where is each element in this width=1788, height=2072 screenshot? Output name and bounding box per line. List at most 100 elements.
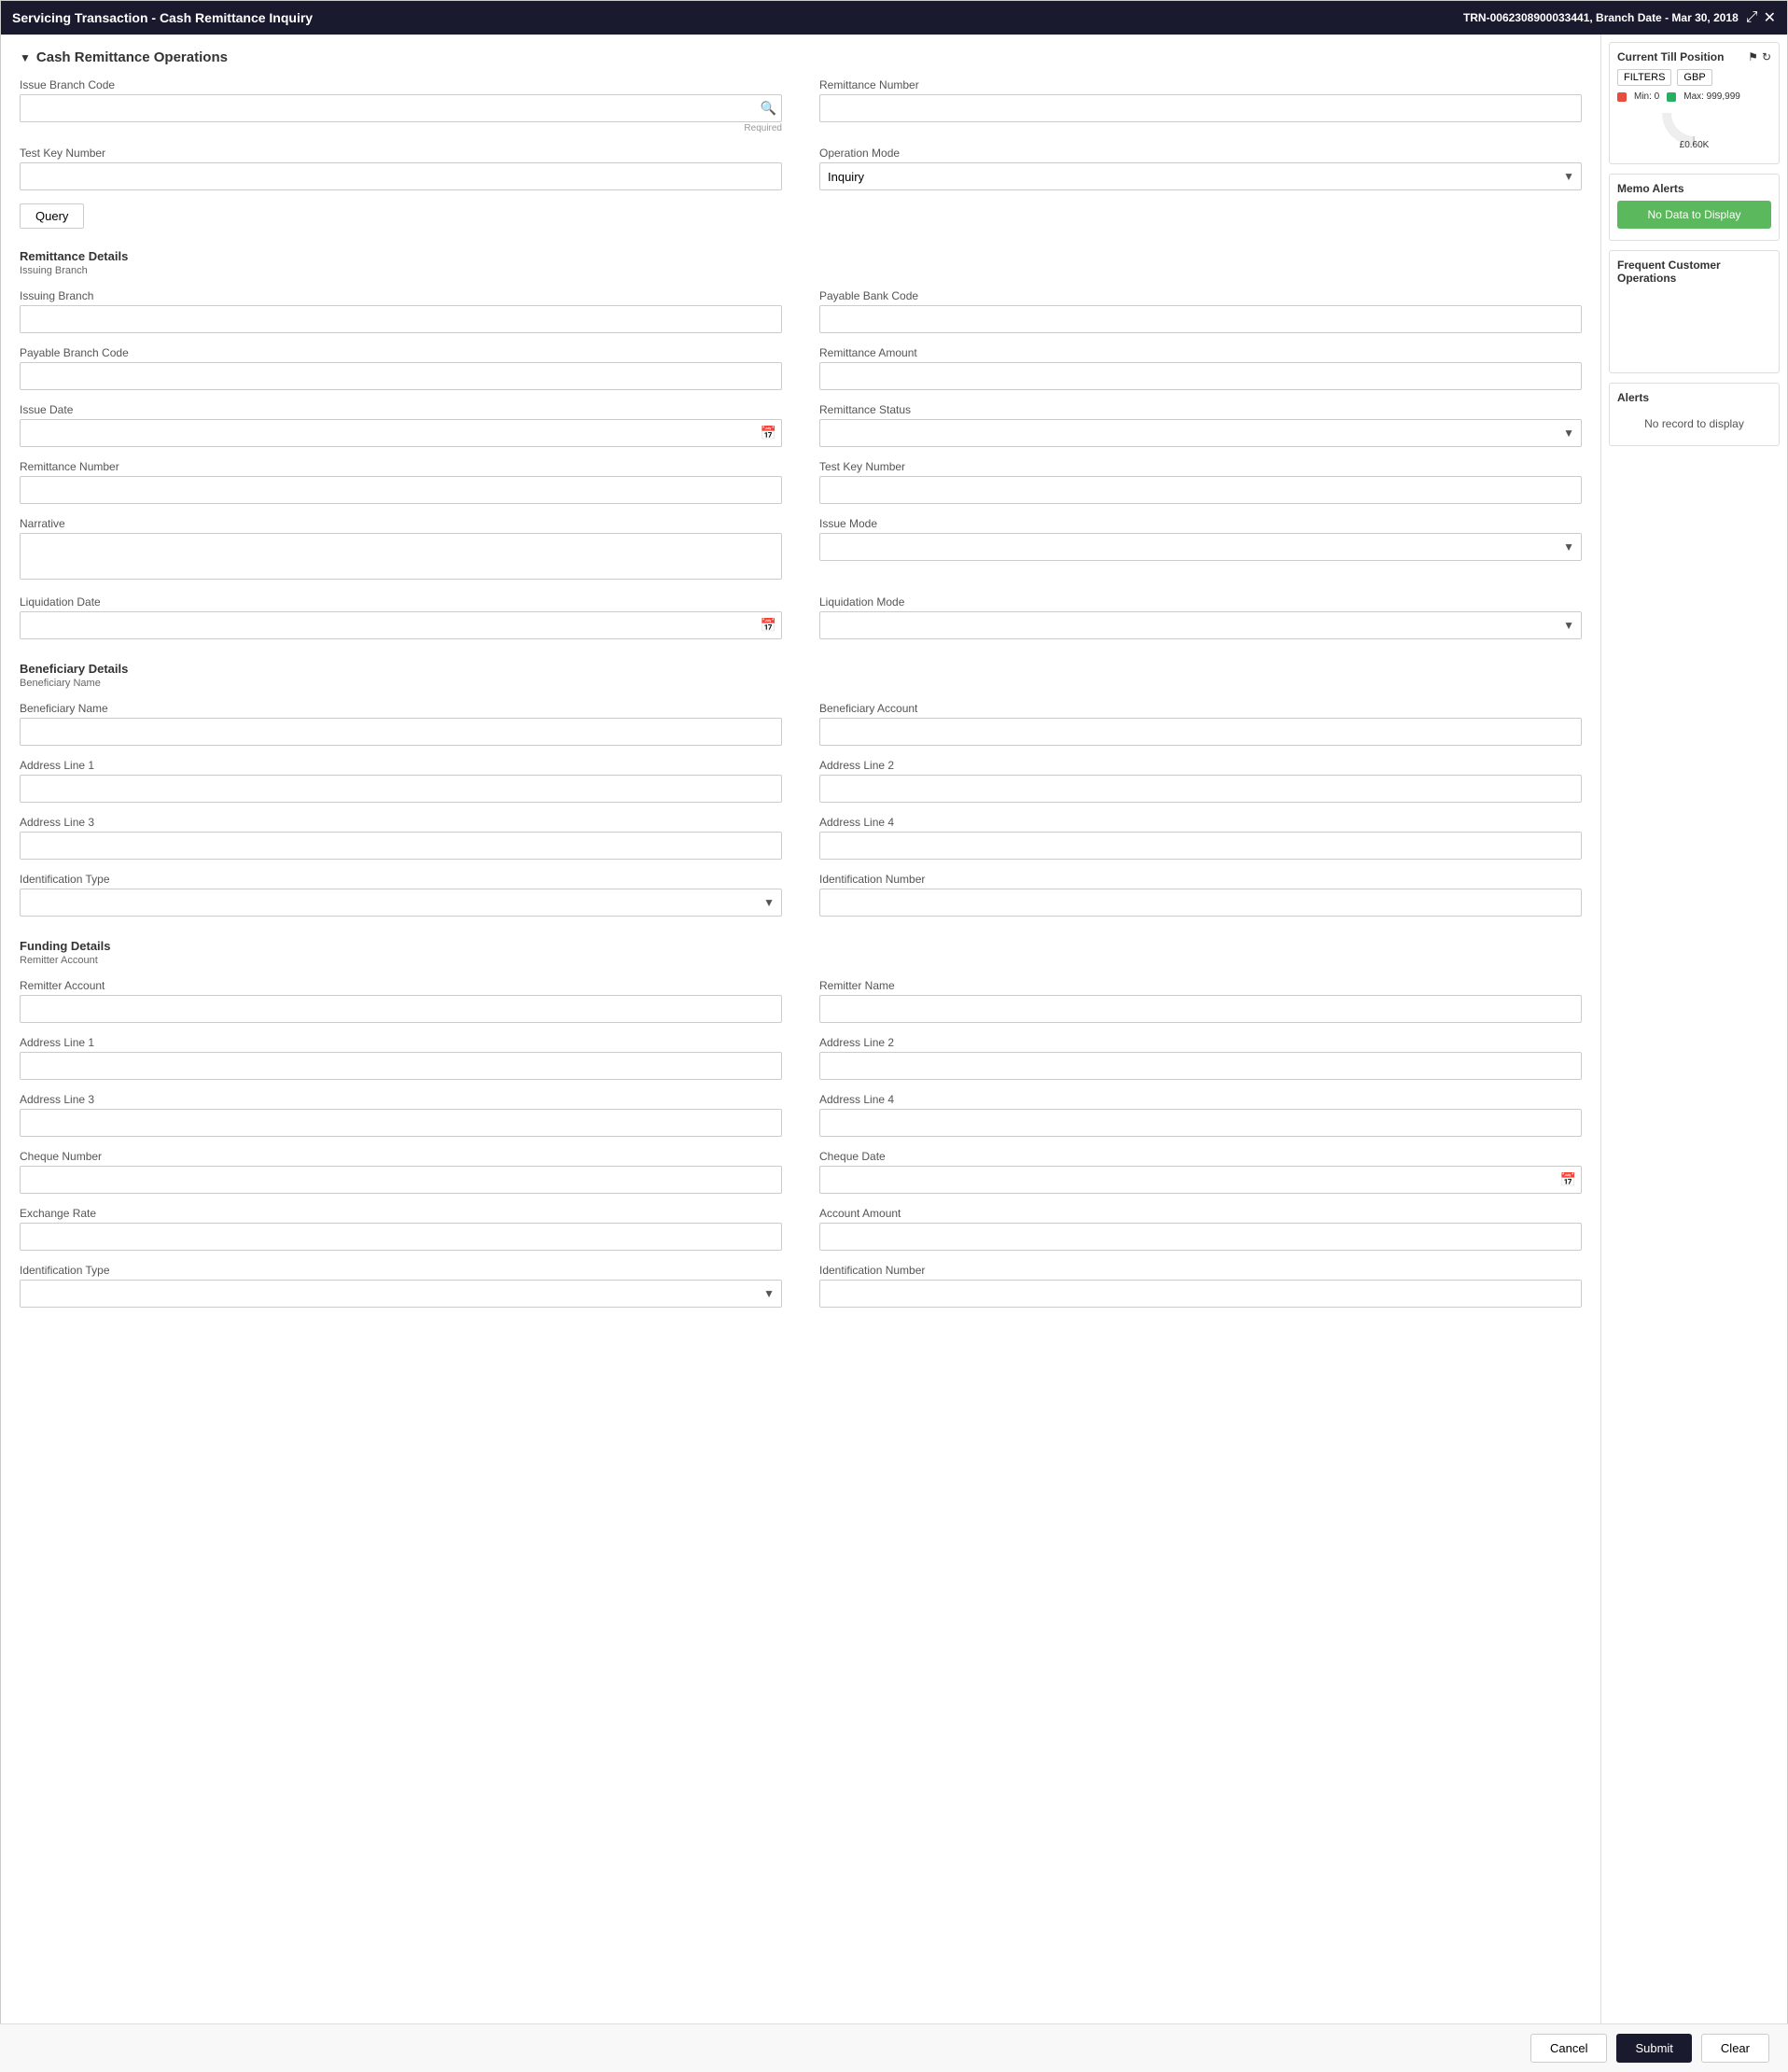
gauge: £0.60K bbox=[1657, 113, 1732, 150]
calendar-icon[interactable]: 📅 bbox=[761, 426, 776, 441]
gbp-button[interactable]: GBP bbox=[1677, 69, 1711, 86]
remittance-number-group: Remittance Number bbox=[20, 460, 782, 504]
cheque-number-input[interactable] bbox=[20, 1166, 782, 1194]
no-data-display: No Data to Display bbox=[1617, 201, 1771, 229]
close-icon[interactable]: ✕ bbox=[1764, 8, 1776, 27]
fund-address-line3-input[interactable] bbox=[20, 1109, 782, 1137]
liquidation-mode-label: Liquidation Mode bbox=[819, 595, 1582, 609]
fund-address-line3-label: Address Line 3 bbox=[20, 1093, 782, 1106]
cancel-button[interactable]: Cancel bbox=[1530, 2034, 1607, 2063]
ben-address-line2-input[interactable] bbox=[819, 775, 1582, 803]
issue-mode-group: Issue Mode ▼ bbox=[819, 517, 1582, 582]
fund-identification-type-select-wrap: ▼ bbox=[20, 1280, 782, 1308]
payable-bank-code-group: Payable Bank Code bbox=[819, 289, 1582, 333]
gauge-label: £0.60K bbox=[1680, 140, 1710, 150]
issue-date-group: Issue Date 📅 bbox=[20, 403, 782, 447]
resize-icon[interactable]: ⤢ bbox=[1746, 8, 1758, 27]
fund-identification-number-input[interactable] bbox=[819, 1280, 1582, 1308]
identification-type-select-wrap: ▼ bbox=[20, 889, 782, 917]
operation-mode-group: Operation Mode Inquiry Create Modify ▼ bbox=[819, 147, 1582, 190]
beneficiary-account-input[interactable] bbox=[819, 718, 1582, 746]
ben-address-line2-label: Address Line 2 bbox=[819, 759, 1582, 772]
title-bar-left: Servicing Transaction - Cash Remittance … bbox=[12, 10, 313, 25]
query-button[interactable]: Query bbox=[20, 203, 84, 229]
fund-address-line2-input[interactable] bbox=[819, 1052, 1582, 1080]
remittance-details-section: Remittance Details Issuing Branch bbox=[20, 249, 1582, 276]
remittance-number-top-group: Remittance Number bbox=[819, 78, 1582, 133]
cheque-date-input[interactable] bbox=[819, 1166, 1582, 1194]
remittance-amount-group: Remittance Amount bbox=[819, 346, 1582, 390]
identification-type-select[interactable] bbox=[20, 889, 782, 917]
cheque-number-label: Cheque Number bbox=[20, 1150, 782, 1163]
till-header: Current Till Position ⚑ ↻ bbox=[1617, 50, 1771, 63]
exchange-rate-group: Exchange Rate bbox=[20, 1207, 782, 1251]
issue-branch-code-input[interactable] bbox=[20, 94, 782, 122]
beneficiary-name-input[interactable] bbox=[20, 718, 782, 746]
memo-alerts-card: Memo Alerts No Data to Display bbox=[1609, 174, 1780, 241]
remitter-account-input[interactable] bbox=[20, 995, 782, 1023]
ben-address-line3-input[interactable] bbox=[20, 832, 782, 860]
liquidation-mode-group: Liquidation Mode ▼ bbox=[819, 595, 1582, 639]
identification-number-input[interactable] bbox=[819, 889, 1582, 917]
remittance-details-title: Remittance Details bbox=[20, 249, 1582, 263]
section-title: Cash Remittance Operations bbox=[36, 49, 228, 65]
test-key-number-top-input[interactable] bbox=[20, 162, 782, 190]
remittance-number-input[interactable] bbox=[20, 476, 782, 504]
remittance-number-top-input[interactable] bbox=[819, 94, 1582, 122]
ben-address-line3-group: Address Line 3 bbox=[20, 816, 782, 860]
beneficiary-name-label: Beneficiary Name bbox=[20, 702, 782, 715]
issue-mode-select-wrap: ▼ bbox=[819, 533, 1582, 561]
funding-details-title: Funding Details bbox=[20, 939, 1582, 953]
issue-mode-select[interactable] bbox=[819, 533, 1582, 561]
remittance-number-label: Remittance Number bbox=[20, 460, 782, 473]
payable-bank-code-input[interactable] bbox=[819, 305, 1582, 333]
operation-mode-select[interactable]: Inquiry Create Modify bbox=[819, 162, 1582, 190]
frequent-ops-title: Frequent Customer Operations bbox=[1617, 259, 1771, 285]
liquidation-date-input[interactable] bbox=[20, 611, 782, 639]
issue-date-input[interactable] bbox=[20, 419, 782, 447]
test-key-number-group: Test Key Number bbox=[819, 460, 1582, 504]
submit-button[interactable]: Submit bbox=[1616, 2034, 1691, 2063]
liquidation-mode-select[interactable] bbox=[819, 611, 1582, 639]
beneficiary-details-title: Beneficiary Details bbox=[20, 662, 1582, 676]
funding-details-subtitle: Remitter Account bbox=[20, 955, 1582, 966]
remittance-status-select[interactable] bbox=[819, 419, 1582, 447]
funding-details-section: Funding Details Remitter Account bbox=[20, 939, 1582, 966]
refresh-icon[interactable]: ↻ bbox=[1762, 50, 1771, 63]
top-form-grid: Issue Branch Code 🔍 Required Remittance … bbox=[20, 78, 1582, 203]
beneficiary-details-section: Beneficiary Details Beneficiary Name bbox=[20, 662, 1582, 689]
ben-address-line1-input[interactable] bbox=[20, 775, 782, 803]
cheque-date-input-wrap: 📅 bbox=[819, 1166, 1582, 1194]
remitter-name-input[interactable] bbox=[819, 995, 1582, 1023]
fund-address-line2-group: Address Line 2 bbox=[819, 1036, 1582, 1080]
filters-button[interactable]: FILTERS bbox=[1617, 69, 1671, 86]
payable-branch-code-input[interactable] bbox=[20, 362, 782, 390]
calendar-icon[interactable]: 📅 bbox=[1560, 1172, 1576, 1188]
ben-address-line4-input[interactable] bbox=[819, 832, 1582, 860]
search-icon[interactable]: 🔍 bbox=[761, 101, 776, 117]
fund-address-line4-label: Address Line 4 bbox=[819, 1093, 1582, 1106]
test-key-number-input[interactable] bbox=[819, 476, 1582, 504]
filter-icon: ⚑ bbox=[1748, 50, 1758, 63]
required-text: Required bbox=[20, 123, 782, 133]
calendar-icon[interactable]: 📅 bbox=[761, 618, 776, 634]
remittance-amount-input[interactable] bbox=[819, 362, 1582, 390]
clear-button[interactable]: Clear bbox=[1701, 2034, 1769, 2063]
fund-address-line1-input[interactable] bbox=[20, 1052, 782, 1080]
exchange-rate-input[interactable] bbox=[20, 1223, 782, 1251]
left-panel: ▼ Cash Remittance Operations Issue Branc… bbox=[1, 35, 1600, 2069]
fund-identification-type-select[interactable] bbox=[20, 1280, 782, 1308]
section-header[interactable]: ▼ Cash Remittance Operations bbox=[20, 49, 1582, 65]
cheque-number-group: Cheque Number bbox=[20, 1150, 782, 1194]
memo-alerts-title: Memo Alerts bbox=[1617, 182, 1771, 195]
test-key-number-top-group: Test Key Number bbox=[20, 147, 782, 190]
fund-address-line4-input[interactable] bbox=[819, 1109, 1582, 1137]
payable-bank-code-label: Payable Bank Code bbox=[819, 289, 1582, 302]
operation-mode-select-wrap: Inquiry Create Modify ▼ bbox=[819, 162, 1582, 190]
narrative-input[interactable] bbox=[20, 533, 782, 580]
issuing-branch-group: Issuing Branch bbox=[20, 289, 782, 333]
account-amount-input[interactable] bbox=[819, 1223, 1582, 1251]
beneficiary-details-subtitle: Beneficiary Name bbox=[20, 678, 1582, 689]
chevron-icon: ▼ bbox=[20, 51, 31, 64]
issuing-branch-input[interactable] bbox=[20, 305, 782, 333]
